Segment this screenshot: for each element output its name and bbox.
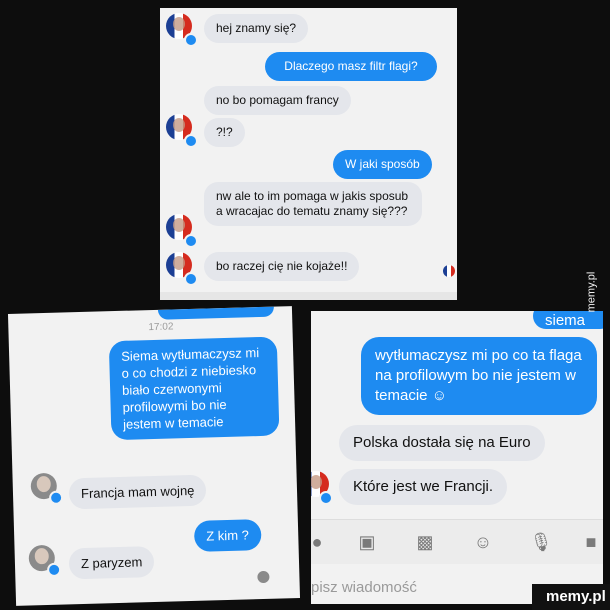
messenger-badge-icon xyxy=(319,491,333,505)
image-icon[interactable]: ▩ xyxy=(413,530,437,554)
messenger-badge-icon xyxy=(184,134,198,148)
camera-icon[interactable]: ▣ xyxy=(355,530,379,554)
composer-toolbar: ● ▣ ▩ ☺ 🎙 ■ xyxy=(311,519,603,564)
chat-screenshot-1: hej znamy się? Dlaczego masz filtr flagi… xyxy=(160,8,457,300)
more-icon[interactable]: ● xyxy=(311,530,329,554)
message-incoming: ?!? xyxy=(204,118,245,147)
message-incoming: no bo pomagam francy xyxy=(204,86,351,115)
messenger-badge-icon xyxy=(184,234,198,248)
timestamp: 17:02 xyxy=(148,321,174,334)
chat-screenshot-2: 17:02 Siema wytłumaczysz mi o co chodzi … xyxy=(7,306,301,606)
toolbar-edge xyxy=(160,292,457,300)
messenger-badge-icon xyxy=(48,490,64,505)
message-input[interactable]: pisz wiadomość xyxy=(311,579,417,596)
message-incoming: Z paryzem xyxy=(68,546,155,580)
emoji-icon[interactable]: ☺ xyxy=(471,530,495,554)
messenger-badge-icon xyxy=(184,272,198,286)
message-incoming: Które jest we Francji. xyxy=(339,469,508,505)
message-incoming: Polska dostała się na Euro xyxy=(339,425,545,461)
watermark-side: memy.pl xyxy=(585,271,598,313)
message-outgoing: Z kim ? xyxy=(193,519,262,552)
message-incoming: Francja mam wojnę xyxy=(68,474,207,510)
chat-screenshot-3: siema wytłumaczysz mi po co ta flaga na … xyxy=(311,311,603,604)
like-icon[interactable]: ■ xyxy=(579,530,603,554)
message-outgoing-partial xyxy=(157,306,275,320)
microphone-icon[interactable]: 🎙 xyxy=(529,530,553,554)
message-incoming: bo raczej cię nie kojaże!! xyxy=(204,252,360,281)
message-outgoing: wytłumaczysz mi po co ta flaga na profil… xyxy=(361,337,597,415)
message-outgoing: Dlaczego masz filtr flagi? xyxy=(265,52,437,81)
seen-avatar-icon xyxy=(257,570,270,584)
messenger-badge-icon xyxy=(46,562,62,578)
message-outgoing: Siema wytłumaczysz mi o co chodzi z nieb… xyxy=(108,336,280,441)
message-incoming: hej znamy się? xyxy=(204,14,309,43)
message-incoming: nw ale to im pomaga w jakis sposub a wra… xyxy=(204,182,422,226)
watermark-corner-logo: memy.pl xyxy=(532,584,610,610)
message-outgoing: W jaki sposób xyxy=(333,150,432,179)
messenger-badge-icon xyxy=(184,33,198,47)
seen-avatar-icon xyxy=(443,265,455,277)
